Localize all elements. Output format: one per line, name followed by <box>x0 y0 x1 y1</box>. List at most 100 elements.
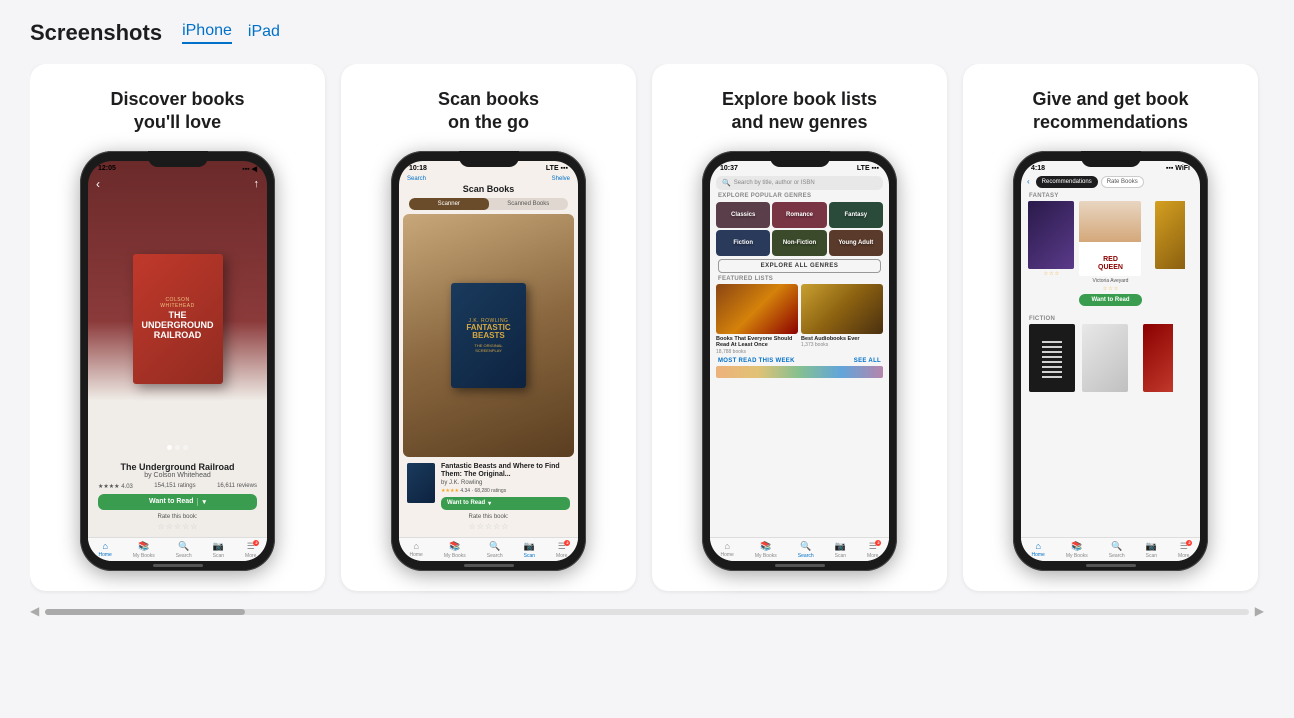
genre-nonfiction[interactable]: Non-Fiction <box>772 230 826 256</box>
result-title: Fantastic Beasts and Where to Find Them:… <box>441 463 570 480</box>
bottom-nav-4: ⌂ Home 📚 My Books 🔍 Search <box>1021 537 1200 561</box>
featured-list-name-1: Books That Everyone Should Read At Least… <box>716 336 798 349</box>
nav-more-3[interactable]: ☰ More 2 <box>867 541 878 559</box>
rating-stars-2[interactable]: ☆ ☆ ☆ ☆ ☆ <box>407 522 570 531</box>
genre-classics[interactable]: Classics <box>716 202 770 228</box>
tab-ipad[interactable]: iPad <box>248 23 280 43</box>
card-title-scan: Scan bookson the go <box>438 88 539 135</box>
scroll-right-arrow[interactable]: ▶ <box>1255 604 1264 618</box>
result-row: Fantastic Beasts and Where to Find Them:… <box>407 463 570 510</box>
search-icon-2: 🔍 <box>489 541 500 552</box>
scroll-left-arrow[interactable]: ◀ <box>30 604 39 618</box>
back-icon-1[interactable]: ‹ <box>96 177 100 191</box>
search-bar-3[interactable]: 🔍 Search by title, author or ISBN <box>716 176 883 190</box>
book-title-display: The Underground Railroad <box>98 462 257 472</box>
author-aveyard: Victoria Aveyard <box>1093 278 1129 284</box>
screenshots-header: Screenshots iPhone iPad <box>30 20 1264 46</box>
screenshots-scroll: Discover booksyou'll love 12:05 ▪▪▪ ◀ ‹ … <box>30 64 1264 601</box>
nav-search-1[interactable]: 🔍 Search <box>176 541 192 559</box>
tab-iphone[interactable]: iPhone <box>182 22 232 44</box>
nav-scan-3[interactable]: 📷 Scan <box>835 541 846 559</box>
mybooks-icon-3: 📚 <box>760 541 771 552</box>
most-read-title: MOST READ THIS WEEK SEE ALL <box>710 358 889 366</box>
most-read-bar <box>716 366 883 378</box>
rating-stars-1[interactable]: ☆ ☆ ☆ ☆ ☆ <box>98 522 257 531</box>
featured-list-2[interactable]: Best Audiobooks Ever 1,373 books <box>801 284 883 355</box>
explore-genres-title: EXPLORE POPULAR GENRES <box>710 193 889 202</box>
phone-notch-2 <box>459 151 519 167</box>
scroll-track[interactable] <box>45 609 1249 615</box>
nav-scan-1[interactable]: 📷 Scan <box>213 541 224 559</box>
rec-book-3 <box>1145 201 1194 310</box>
nav-scan-4[interactable]: 📷 Scan <box>1146 541 1157 559</box>
nav-more-2[interactable]: ☰ More 2 <box>556 541 567 559</box>
nav-search-3[interactable]: 🔍 Search <box>798 541 814 559</box>
book-cover-underground-railroad: COLSONWHITEHEAD TheUndergroundRailroad <box>133 254 223 384</box>
result-cover <box>407 463 435 503</box>
featured-list-1[interactable]: Books That Everyone Should Read At Least… <box>716 284 798 355</box>
reviews-count: 16,611 reviews <box>217 483 257 490</box>
nav-home-3[interactable]: ⌂ Home <box>721 541 734 558</box>
nav-more-1[interactable]: ☰ More 2 <box>245 541 256 559</box>
rec-fantasy-books: ☆ ☆ ☆ REDQUEEN Victoria Aveyard <box>1021 201 1200 310</box>
more-badge-3: 2 <box>875 540 881 546</box>
genre-fiction[interactable]: Fiction <box>716 230 770 256</box>
tab-recommendations[interactable]: Recommendations <box>1036 176 1098 188</box>
genre-youngadult[interactable]: Young Adult <box>829 230 883 256</box>
featured-list-count-1: 18,788 books <box>716 349 798 355</box>
device-tabs: iPhone iPad <box>182 22 280 44</box>
nav-home-2[interactable]: ⌂ Home <box>410 541 423 558</box>
rec-cover-3 <box>1155 201 1185 269</box>
scroll-thumb[interactable] <box>45 609 245 615</box>
spacer-4 <box>1021 397 1200 537</box>
search-icon-3b: 🔍 <box>800 541 811 552</box>
explore-all-button[interactable]: EXPLORE ALL GENRES <box>718 259 881 273</box>
scanner-tab[interactable]: Scanner <box>409 198 489 210</box>
nav-mybooks-2[interactable]: 📚 My Books <box>444 541 466 559</box>
shelve-label-2[interactable]: Shelve <box>552 176 570 182</box>
phone-screen-4: 4:18 ▪▪▪ WiFi ‹ Recommendations Rate Boo… <box>1021 161 1200 561</box>
nav-more-4[interactable]: ☰ More 2 <box>1178 541 1189 559</box>
mybooks-icon-2: 📚 <box>449 541 460 552</box>
nav-scan-2[interactable]: 📷 Scan <box>524 541 535 559</box>
nav-mybooks-3[interactable]: 📚 My Books <box>755 541 777 559</box>
ratings-count: 154,151 ratings <box>154 483 195 490</box>
featured-list-cover-1 <box>716 284 798 334</box>
back-label-2[interactable]: Search <box>407 176 426 182</box>
rec-stars-1: ☆ ☆ ☆ <box>1044 271 1059 277</box>
screenshot-card-recommend: Give and get bookrecommendations 4:18 ▪▪… <box>963 64 1258 591</box>
search-icon-1: 🔍 <box>178 541 189 552</box>
want-to-read-button-1[interactable]: Want to Read ▾ <box>98 494 257 510</box>
time-3: 10:37 <box>720 165 738 172</box>
want-to-read-button-4[interactable]: Want to Read <box>1079 294 1142 306</box>
scan-books-title: Scan Books <box>399 184 578 194</box>
screen1-nav: ‹ ↑ <box>88 175 267 193</box>
signals-4: ▪▪▪ WiFi <box>1166 165 1190 172</box>
more-badge-1: 2 <box>253 540 259 546</box>
nav-mybooks-4[interactable]: 📚 My Books <box>1066 541 1088 559</box>
time-2: 10:18 <box>409 165 427 172</box>
rec-tabs: Recommendations Rate Books <box>1036 176 1144 188</box>
screenshot-card-explore: Explore book listsand new genres 10:37 L… <box>652 64 947 591</box>
nav-search-4[interactable]: 🔍 Search <box>1109 541 1125 559</box>
tab-rate-books[interactable]: Rate Books <box>1101 176 1144 188</box>
want-to-read-button-2[interactable]: Want to Read ▾ <box>441 497 570 510</box>
nav-home-4[interactable]: ⌂ Home <box>1032 541 1045 558</box>
nav-mybooks-1[interactable]: 📚 My Books <box>133 541 155 559</box>
most-read-label: MOST READ THIS WEEK <box>718 358 795 364</box>
nav-search-2[interactable]: 🔍 Search <box>487 541 503 559</box>
rate-this-book-label-2: Rate this book: <box>407 514 570 520</box>
see-all-link[interactable]: SEE ALL <box>854 358 881 364</box>
share-icon-1[interactable]: ↑ <box>254 178 260 190</box>
back-icon-4[interactable]: ‹ <box>1027 177 1030 186</box>
nav-home-1[interactable]: ⌂ Home <box>99 541 112 558</box>
genre-romance[interactable]: Romance <box>772 202 826 228</box>
home-bar-4 <box>1086 564 1136 567</box>
screenshot-card-scan: Scan bookson the go 10:18 LTE ▪▪▪ Search… <box>341 64 636 591</box>
page-title: Screenshots <box>30 20 162 46</box>
home-icon-2: ⌂ <box>413 541 418 551</box>
scanned-books-tab[interactable]: Scanned Books <box>489 198 569 210</box>
signals-2: LTE ▪▪▪ <box>546 165 568 172</box>
phone-screen-3: 10:37 LTE ▪▪▪ 🔍 Search by title, author … <box>710 161 889 561</box>
genre-fantasy[interactable]: Fantasy <box>829 202 883 228</box>
